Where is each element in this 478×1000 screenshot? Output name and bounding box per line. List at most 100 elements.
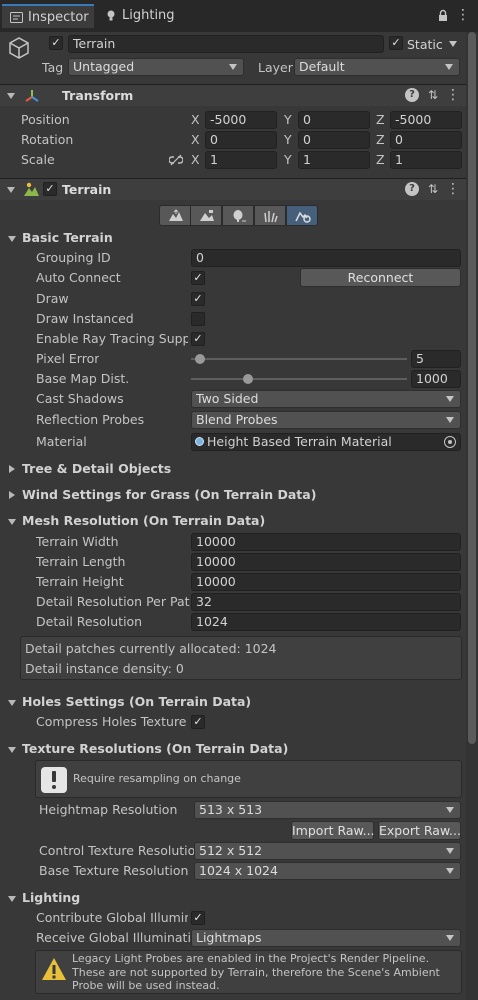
reflection-probes-value: Blend Probes bbox=[196, 412, 278, 427]
axis-y-label[interactable]: Y bbox=[284, 112, 292, 127]
rotation-x-field[interactable]: 0 bbox=[205, 131, 277, 149]
heightmap-resolution-dropdown[interactable]: 513 x 513 bbox=[194, 801, 461, 819]
warning-icon bbox=[42, 958, 66, 980]
foldout-open-icon[interactable] bbox=[8, 519, 16, 525]
terrain-height-field[interactable]: 10000 bbox=[191, 573, 461, 591]
auto-connect-checkbox[interactable]: ✓ bbox=[191, 271, 205, 285]
holes-section[interactable]: Holes Settings (On Terrain Data) bbox=[22, 694, 251, 709]
export-raw-button[interactable]: Export Raw... bbox=[378, 821, 461, 840]
chevron-down-icon bbox=[446, 848, 454, 854]
detail-resolution-field[interactable]: 1024 bbox=[191, 613, 461, 631]
pixel-error-field[interactable]: 5 bbox=[411, 350, 461, 368]
rotation-y-field[interactable]: 0 bbox=[298, 131, 370, 149]
scale-y-field[interactable]: 1 bbox=[298, 151, 370, 169]
kebab-menu-icon[interactable]: ⋮ bbox=[456, 7, 470, 23]
transform-header[interactable]: Transform ? ⇅ ⋮ bbox=[0, 84, 466, 106]
mesh-resolution-section[interactable]: Mesh Resolution (On Terrain Data) bbox=[22, 513, 265, 528]
axis-y-label[interactable]: Y bbox=[284, 132, 292, 147]
foldout-open-icon[interactable] bbox=[8, 896, 16, 902]
control-texture-value: 512 x 512 bbox=[199, 843, 263, 858]
axis-x-label[interactable]: X bbox=[191, 132, 200, 147]
detail-per-patch-field[interactable]: 32 bbox=[191, 593, 461, 611]
static-checkbox[interactable]: ✓ bbox=[389, 36, 403, 50]
lighting-section[interactable]: Lighting bbox=[22, 890, 80, 905]
foldout-open-icon[interactable] bbox=[7, 93, 15, 99]
raise-terrain-tool-button[interactable] bbox=[159, 205, 191, 226]
static-dropdown-arrow-icon[interactable] bbox=[449, 41, 457, 47]
base-map-slider-handle[interactable] bbox=[242, 374, 253, 384]
scrollbar-thumb[interactable] bbox=[468, 32, 476, 744]
resampling-note-box: Require resampling on change bbox=[35, 760, 462, 798]
position-z-field[interactable]: -5000 bbox=[390, 111, 462, 129]
base-texture-label: Base Texture Resolution bbox=[39, 863, 189, 878]
scale-x-field[interactable]: 1 bbox=[205, 151, 277, 169]
wind-settings-section[interactable]: Wind Settings for Grass (On Terrain Data… bbox=[22, 487, 316, 502]
object-picker-icon[interactable] bbox=[444, 436, 456, 448]
constrain-proportions-icon[interactable] bbox=[169, 153, 183, 167]
object-name-field[interactable]: Terrain bbox=[68, 35, 384, 53]
help-icon[interactable]: ? bbox=[405, 182, 419, 196]
foldout-closed-icon[interactable] bbox=[9, 491, 15, 499]
paint-details-tool-button[interactable] bbox=[254, 205, 286, 226]
tab-inspector[interactable]: Inspector bbox=[2, 4, 94, 28]
scale-z-field[interactable]: 1 bbox=[390, 151, 462, 169]
position-y-field[interactable]: 0 bbox=[298, 111, 370, 129]
tag-dropdown[interactable]: Untagged bbox=[68, 58, 244, 76]
ray-tracing-checkbox[interactable]: ✓ bbox=[191, 332, 205, 346]
foldout-closed-icon[interactable] bbox=[9, 465, 15, 473]
position-label: Position bbox=[21, 112, 70, 127]
terrain-component-header[interactable]: ✓ Terrain ? ⇅ ⋮ bbox=[0, 178, 466, 200]
contribute-gi-checkbox[interactable]: ✓ bbox=[191, 911, 205, 925]
axis-x-label[interactable]: X bbox=[191, 152, 200, 167]
terrain-length-field[interactable]: 10000 bbox=[191, 553, 461, 571]
foldout-open-icon[interactable] bbox=[7, 187, 15, 193]
axis-z-label[interactable]: Z bbox=[376, 112, 385, 127]
pixel-error-slider-track[interactable] bbox=[191, 358, 407, 360]
position-x-field[interactable]: -5000 bbox=[205, 111, 277, 129]
help-icon[interactable]: ? bbox=[405, 88, 419, 102]
basic-terrain-section[interactable]: Basic Terrain bbox=[22, 230, 113, 245]
foldout-open-icon[interactable] bbox=[8, 236, 16, 242]
base-texture-dropdown[interactable]: 1024 x 1024 bbox=[194, 862, 461, 880]
reconnect-button[interactable]: Reconnect bbox=[300, 268, 461, 287]
chevron-down-icon bbox=[446, 417, 454, 423]
tree-detail-section[interactable]: Tree & Detail Objects bbox=[22, 461, 171, 476]
pixel-error-slider-handle[interactable] bbox=[195, 354, 206, 364]
reflection-probes-dropdown[interactable]: Blend Probes bbox=[191, 411, 461, 429]
foldout-open-icon[interactable] bbox=[8, 747, 16, 753]
paint-trees-tool-button[interactable] bbox=[222, 205, 254, 226]
control-texture-dropdown[interactable]: 512 x 512 bbox=[194, 842, 461, 860]
axis-z-label[interactable]: Z bbox=[376, 132, 385, 147]
rotation-z-field[interactable]: 0 bbox=[390, 131, 462, 149]
terrain-width-field[interactable]: 10000 bbox=[191, 533, 461, 551]
material-field[interactable]: Height Based Terrain Material bbox=[191, 433, 461, 451]
compress-holes-checkbox[interactable]: ✓ bbox=[191, 715, 205, 729]
component-menu-icon[interactable]: ⋮ bbox=[446, 182, 460, 196]
terrain-enabled-checkbox[interactable]: ✓ bbox=[43, 182, 57, 196]
axis-y-label[interactable]: Y bbox=[284, 152, 292, 167]
axis-x-label[interactable]: X bbox=[191, 112, 200, 127]
receive-gi-dropdown[interactable]: Lightmaps bbox=[191, 929, 461, 947]
cast-shadows-dropdown[interactable]: Two Sided bbox=[191, 390, 461, 408]
terrain-settings-tool-button[interactable] bbox=[286, 205, 318, 226]
draw-checkbox[interactable]: ✓ bbox=[191, 292, 205, 306]
axis-z-label[interactable]: Z bbox=[376, 152, 385, 167]
layer-dropdown[interactable]: Default bbox=[294, 58, 460, 76]
layer-value: Default bbox=[299, 59, 345, 74]
base-map-slider-track[interactable] bbox=[191, 378, 407, 380]
import-raw-button[interactable]: Import Raw... bbox=[291, 821, 375, 840]
chevron-down-icon bbox=[446, 807, 454, 813]
foldout-open-icon[interactable] bbox=[8, 700, 16, 706]
presets-sliders-icon[interactable]: ⇅ bbox=[426, 88, 440, 102]
detail-patches-info: Detail patches currently allocated: 1024 bbox=[25, 641, 277, 656]
tab-lighting[interactable]: Lighting bbox=[96, 4, 186, 28]
active-checkbox[interactable]: ✓ bbox=[49, 36, 63, 50]
component-menu-icon[interactable]: ⋮ bbox=[446, 88, 460, 102]
grouping-id-field[interactable]: 0 bbox=[191, 249, 461, 267]
lock-icon[interactable] bbox=[438, 9, 448, 22]
base-map-field[interactable]: 1000 bbox=[411, 370, 461, 388]
presets-sliders-icon[interactable]: ⇅ bbox=[426, 182, 440, 196]
paint-terrain-tool-button[interactable] bbox=[190, 205, 222, 226]
texture-resolutions-section[interactable]: Texture Resolutions (On Terrain Data) bbox=[22, 741, 288, 756]
draw-instanced-checkbox[interactable] bbox=[191, 312, 205, 326]
